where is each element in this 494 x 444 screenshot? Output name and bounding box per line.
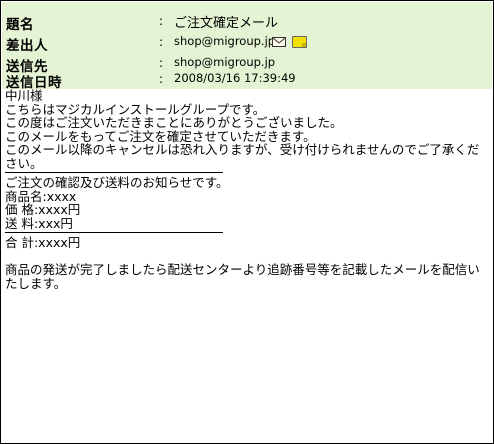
body-line: この度はご注文いただきまことにありがとうございました。 bbox=[5, 115, 343, 130]
greeting: 中川様 bbox=[5, 88, 43, 103]
date-row: 送信日時 : 2008/03/16 17:39:49 bbox=[2, 70, 492, 91]
shipping-line: 送 料:xxx円 bbox=[5, 215, 73, 231]
body-line: このメールをもってご注文を確定させていただきます。 bbox=[5, 128, 316, 144]
separator: : bbox=[159, 72, 164, 86]
from-row: 差出人 : shop@migroup.jp bbox=[2, 33, 492, 54]
mail-body: 中川様 こちらはマジカルインストールグループです。 この度はご注文いただきまこと… bbox=[5, 89, 491, 290]
divider bbox=[5, 172, 223, 173]
mail-header: 題名 : ご注文確定メール 差出人 : shop@migroup.jp 送信先 … bbox=[2, 2, 492, 91]
separator: : bbox=[159, 35, 164, 49]
subject-label: 題名 bbox=[6, 17, 34, 33]
body-line: こちらはマジカルインストールグループです。 bbox=[5, 101, 266, 117]
divider bbox=[5, 232, 223, 233]
product-line: 商品名:xxxx bbox=[5, 188, 77, 204]
separator: : bbox=[159, 14, 164, 28]
sender-actions bbox=[272, 36, 312, 50]
closing-line: 商品の発送が完了しましたら配送センターより追跡番号等を記載したメールを配信いたし… bbox=[5, 262, 480, 291]
mail-window: 題名 : ご注文確定メール 差出人 : shop@migroup.jp 送信先 … bbox=[0, 0, 494, 444]
separator: : bbox=[159, 56, 164, 70]
address-book-icon[interactable] bbox=[292, 36, 307, 48]
notice-line: ご注文の確認及び送料のお知らせです。 bbox=[5, 175, 229, 190]
from-label: 差出人 bbox=[6, 38, 48, 54]
subject-row: 題名 : ご注文確定メール bbox=[2, 12, 492, 33]
date-value: 2008/03/16 17:39:49 bbox=[174, 71, 296, 85]
total-line: 合 計:xxxx円 bbox=[5, 235, 81, 250]
price-line: 価 格:xxxx円 bbox=[5, 202, 81, 217]
from-address[interactable]: shop@migroup.jp bbox=[174, 34, 275, 48]
mail-icon[interactable] bbox=[272, 37, 286, 47]
to-address[interactable]: shop@migroup.jp bbox=[174, 55, 275, 69]
body-line: このメール以降のキャンセルは恐れ入りますが、受け付けられませんのでご了承ください… bbox=[5, 142, 480, 171]
subject-value: ご注文確定メール bbox=[174, 16, 279, 31]
